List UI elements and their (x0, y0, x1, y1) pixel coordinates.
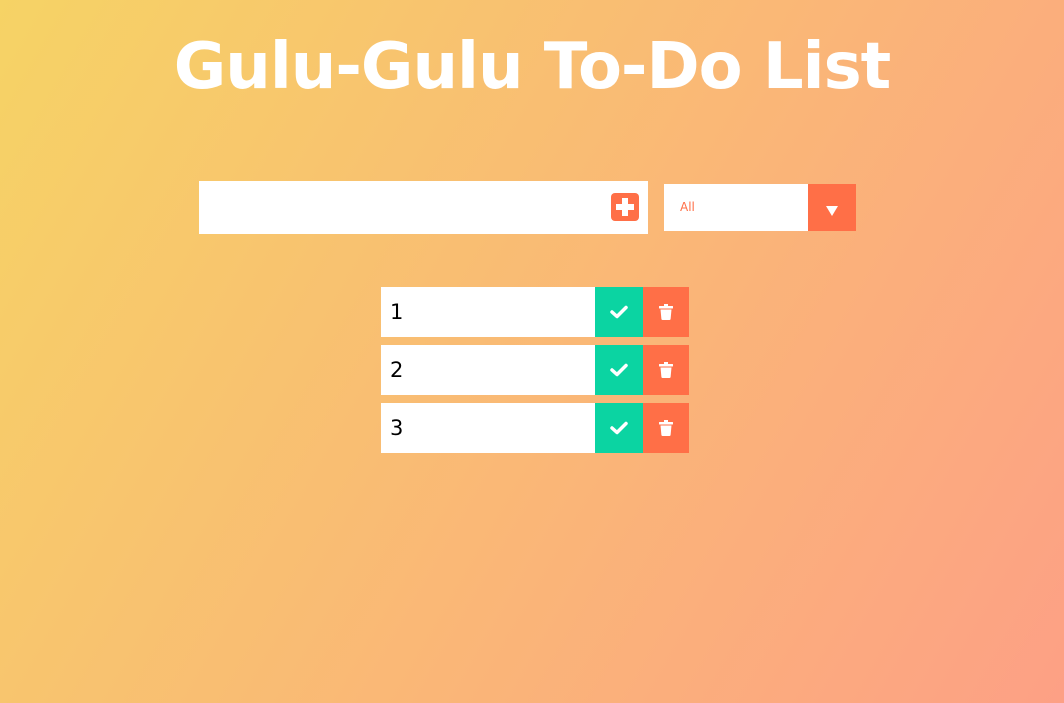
caret-down-icon (826, 206, 838, 216)
trash-icon (659, 420, 673, 436)
todo-text: 3 (390, 416, 404, 440)
filter-selected-value: All (680, 200, 695, 214)
trash-icon (659, 304, 673, 320)
todo-input[interactable] (199, 181, 604, 234)
check-icon (610, 421, 628, 435)
trash-icon (659, 362, 673, 378)
todo-item: 1 (381, 287, 689, 337)
page-title: Gulu-Gulu To-Do List (173, 30, 892, 104)
filter-dropdown-button[interactable] (808, 184, 856, 231)
delete-button[interactable] (643, 403, 689, 453)
todo-item: 3 (381, 403, 689, 453)
check-icon (610, 305, 628, 319)
delete-button[interactable] (643, 287, 689, 337)
todo-text: 2 (390, 358, 404, 382)
todo-item: 2 (381, 345, 689, 395)
complete-button[interactable] (595, 287, 643, 337)
delete-button[interactable] (643, 345, 689, 395)
todo-form (199, 181, 648, 234)
complete-button[interactable] (595, 345, 643, 395)
add-todo-button[interactable] (611, 193, 639, 221)
filter-select[interactable]: All (664, 184, 856, 231)
complete-button[interactable] (595, 403, 643, 453)
todo-list: 1 2 3 (381, 287, 689, 461)
check-icon (610, 363, 628, 377)
todo-text: 1 (390, 300, 404, 324)
plus-square-icon (616, 198, 634, 216)
